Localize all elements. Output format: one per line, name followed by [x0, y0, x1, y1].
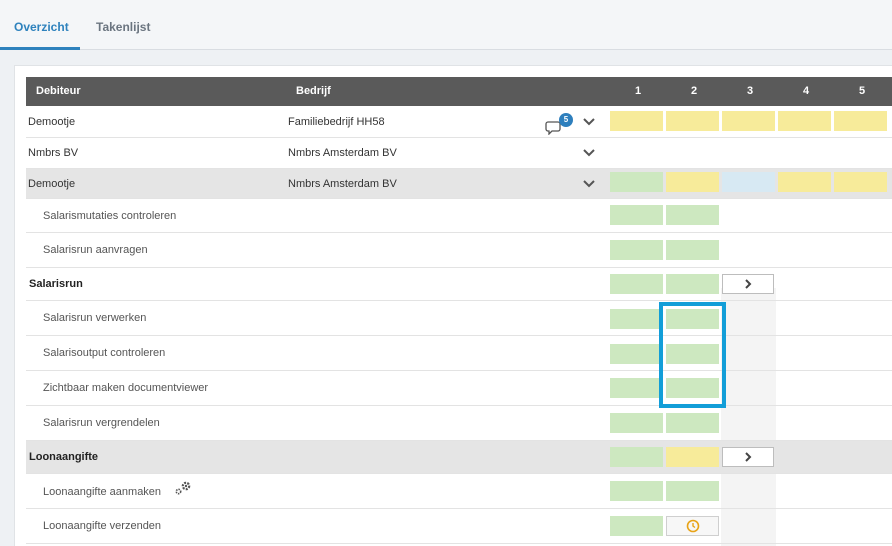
task-group-label: Salarisrun [29, 278, 83, 290]
status-cell[interactable] [610, 172, 663, 192]
status-cell[interactable] [666, 205, 719, 225]
status-cell[interactable] [666, 378, 719, 398]
header-debiteur: Debiteur [36, 85, 81, 97]
active-tab-indicator [0, 47, 80, 50]
debiteur-name: Demootje [28, 116, 76, 128]
status-cell[interactable] [722, 205, 775, 225]
status-cell[interactable] [610, 413, 663, 433]
status-cell[interactable] [722, 172, 775, 192]
header-period-2: 2 [690, 85, 698, 97]
status-cell[interactable] [666, 172, 719, 192]
task-label: Salarisrun vergrendelen [43, 417, 160, 429]
chevron-down-icon[interactable] [583, 180, 595, 188]
header-period-1: 1 [634, 85, 642, 97]
status-cell[interactable] [778, 111, 831, 131]
status-cell[interactable] [610, 240, 663, 260]
tab-bar: Overzicht Takenlijst [0, 0, 892, 50]
status-cell[interactable] [834, 111, 887, 131]
comment-button[interactable]: 5 [545, 113, 575, 135]
task-label: Salarisoutput controleren [43, 347, 166, 359]
tab-overzicht[interactable]: Overzicht [14, 20, 69, 34]
status-cell[interactable] [834, 172, 887, 192]
header-period-3: 3 [746, 85, 754, 97]
scheduled-button[interactable] [666, 516, 719, 536]
gear-icon[interactable] [174, 480, 192, 496]
header-period-4: 4 [802, 85, 810, 97]
next-step-button[interactable] [722, 447, 774, 467]
status-cell[interactable] [666, 274, 719, 294]
status-cell[interactable] [610, 516, 663, 536]
task-label: Salarisrun verwerken [43, 312, 147, 324]
header-period-5: 5 [858, 85, 866, 97]
status-cell[interactable] [610, 111, 663, 131]
status-cell[interactable] [722, 240, 775, 260]
task-label: Salarismutaties controleren [43, 210, 177, 222]
tab-takenlijst[interactable]: Takenlijst [96, 20, 150, 34]
status-cell[interactable] [610, 378, 663, 398]
task-row: Loonaangifte verzenden [26, 509, 892, 544]
table-row-client[interactable]: Nmbrs BV Nmbrs Amsterdam BV [26, 138, 892, 169]
task-row: Loonaangifte aanmaken [26, 474, 892, 509]
task-row: Zichtbaar maken documentviewer [26, 371, 892, 406]
status-cell[interactable] [666, 309, 719, 329]
status-cell[interactable] [666, 413, 719, 433]
table-header: Debiteur Bedrijf 1 2 3 4 5 [26, 77, 892, 106]
task-label: Salarisrun aanvragen [43, 244, 148, 256]
status-cell[interactable] [610, 205, 663, 225]
status-cell[interactable] [666, 111, 719, 131]
overview-panel: Debiteur Bedrijf 1 2 3 4 5 Demootje Fami… [14, 65, 892, 546]
status-cell[interactable] [610, 309, 663, 329]
chevron-right-icon [745, 452, 752, 462]
task-row: Salarisrun verwerken [26, 301, 892, 336]
comment-count-badge: 5 [559, 113, 573, 127]
status-cell[interactable] [666, 447, 719, 467]
status-cell[interactable] [666, 344, 719, 364]
status-cell[interactable] [778, 172, 831, 192]
next-step-button[interactable] [722, 274, 774, 294]
status-cell[interactable] [610, 481, 663, 501]
task-label: Loonaangifte verzenden [43, 520, 162, 532]
chevron-down-icon[interactable] [583, 118, 595, 126]
clock-icon [686, 519, 700, 533]
status-cell[interactable] [610, 344, 663, 364]
debiteur-name: Demootje [28, 178, 76, 190]
chevron-right-icon [745, 279, 752, 289]
bedrijf-name: Nmbrs Amsterdam BV [288, 178, 397, 190]
task-row: Salarisrun vergrendelen [26, 406, 892, 441]
chevron-down-icon[interactable] [583, 149, 595, 157]
header-bedrijf: Bedrijf [296, 85, 331, 97]
task-row: Salarisoutput controleren [26, 336, 892, 371]
task-group-label: Loonaangifte [29, 451, 99, 463]
bedrijf-name: Familiebedrijf HH58 [288, 116, 385, 128]
status-cell[interactable] [666, 481, 719, 501]
status-cell[interactable] [610, 274, 663, 294]
bedrijf-name: Nmbrs Amsterdam BV [288, 147, 397, 159]
task-label: Zichtbaar maken documentviewer [43, 382, 209, 394]
status-cell[interactable] [666, 240, 719, 260]
status-cell[interactable] [610, 447, 663, 467]
debiteur-name: Nmbrs BV [28, 147, 79, 159]
task-label: Loonaangifte aanmaken [43, 486, 162, 498]
status-cell[interactable] [722, 111, 775, 131]
